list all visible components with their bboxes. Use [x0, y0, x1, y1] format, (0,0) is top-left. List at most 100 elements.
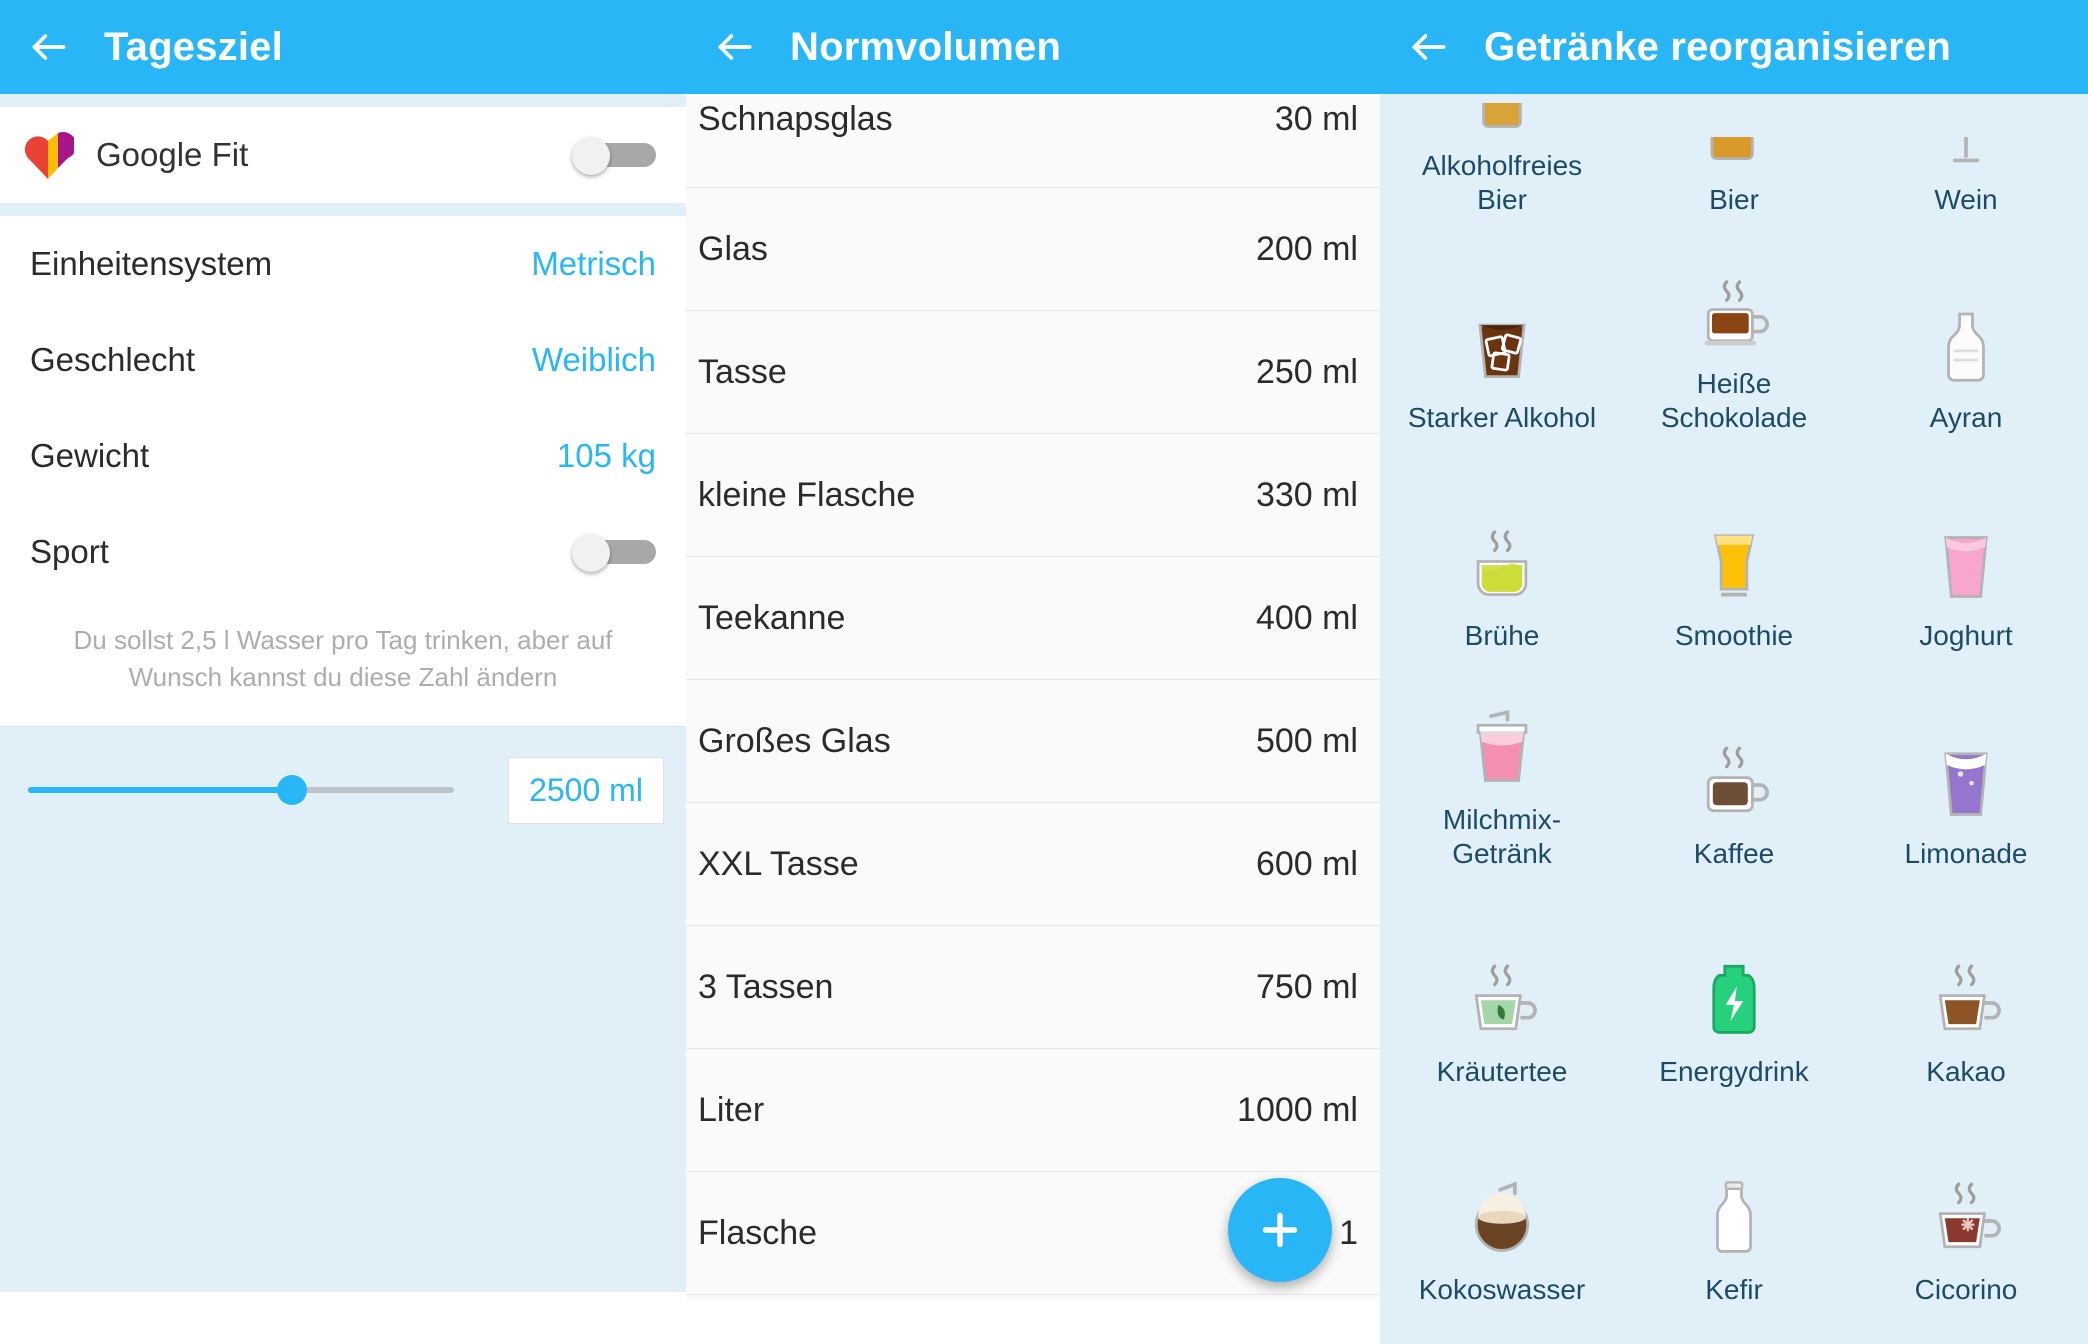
- drink-cell[interactable]: Milchmix-Getränk: [1386, 660, 1618, 878]
- drink-label: Starker Alkohol: [1407, 402, 1597, 434]
- drink-cell[interactable]: Smoothie: [1618, 442, 1850, 660]
- yogurt-glass-icon: [1907, 495, 2025, 613]
- drinks-grid-container: Alkoholfreies Bier Bier Wein Starker Alkoho…: [1380, 94, 2088, 1344]
- panel-reorganize-drinks: Getränke reorganisieren Alkoholfreies Bi…: [1380, 0, 2088, 1344]
- beer-mug-icon: [1675, 137, 1793, 177]
- google-fit-label: Google Fit: [96, 136, 249, 173]
- drink-label: Kaffee: [1693, 838, 1775, 870]
- drink-cell[interactable]: Kakao: [1850, 878, 2082, 1096]
- page-title: Normvolumen: [790, 24, 1062, 69]
- volume-row-value: 200 ml: [1255, 229, 1358, 268]
- drink-cell[interactable]: Cicorino: [1850, 1096, 2082, 1314]
- volume-row-name: Tasse: [698, 352, 787, 391]
- drink-cell[interactable]: Wein: [1850, 94, 2082, 224]
- drink-cell[interactable]: Kräutertee: [1386, 878, 1618, 1096]
- setting-row-weight[interactable]: Gewicht 105 kg: [0, 408, 686, 504]
- beer-glass-icon: [1443, 102, 1561, 143]
- drink-label: Heiße Schokolade: [1660, 367, 1808, 434]
- hot-chocolate-cup-icon: [1675, 243, 1793, 361]
- setting-label: Sport: [30, 533, 109, 570]
- drink-cell[interactable]: Kaffee: [1618, 660, 1850, 878]
- back-arrow-icon[interactable]: [696, 8, 774, 86]
- drink-label: Smoothie: [1674, 620, 1794, 652]
- volume-row[interactable]: Tasse 250 ml: [686, 311, 1380, 434]
- milk-bottle-icon: [1675, 1149, 1793, 1267]
- volume-row-name: 3 Tassen: [698, 967, 834, 1006]
- broth-bowl-icon: [1443, 495, 1561, 613]
- volume-row[interactable]: Teekanne 400 ml: [686, 557, 1380, 680]
- volume-row-name: Großes Glas: [698, 721, 891, 760]
- setting-value: Metrisch: [531, 245, 656, 282]
- drink-cell[interactable]: Bier: [1618, 94, 1850, 224]
- daily-goal-value-box[interactable]: 2500 ml: [508, 756, 664, 824]
- back-arrow-icon[interactable]: [10, 8, 88, 86]
- google-fit-row[interactable]: Google Fit: [0, 107, 686, 203]
- appbar-reorganize-drinks: Getränke reorganisieren: [1380, 0, 2088, 94]
- volume-row-value: 750 ml: [1255, 967, 1358, 1006]
- setting-row-sport[interactable]: Sport: [0, 504, 686, 600]
- volume-row[interactable]: Schnapsglas 30 ml: [686, 94, 1380, 188]
- volume-row-value: 400 ml: [1255, 598, 1358, 637]
- volume-row[interactable]: XXL Tasse 600 ml: [686, 803, 1380, 926]
- volume-row-name: XXL Tasse: [698, 844, 859, 883]
- drink-label: Bier: [1709, 184, 1759, 216]
- volume-row[interactable]: Glas 200 ml: [686, 188, 1380, 311]
- setting-row-unit-system[interactable]: Einheitensystem Metrisch: [0, 216, 686, 312]
- volume-row-name: Liter: [698, 1090, 765, 1129]
- page-title: Tagesziel: [104, 24, 283, 69]
- smoothie-glass-icon: [1675, 495, 1793, 613]
- drink-cell[interactable]: Joghurt: [1850, 442, 2082, 660]
- google-fit-toggle[interactable]: [572, 137, 656, 175]
- drink-cell[interactable]: Kokoswasser: [1386, 1096, 1618, 1314]
- drink-cell[interactable]: Ayran: [1850, 224, 2082, 442]
- drink-label: Wein: [1934, 184, 1998, 216]
- drink-cell[interactable]: Alkoholfreies Bier: [1386, 94, 1618, 224]
- volume-row-value: 330 ml: [1255, 475, 1358, 514]
- slider-fill: [28, 787, 293, 794]
- drink-label: Brühe: [1464, 620, 1540, 652]
- setting-row-gender[interactable]: Geschlecht Weiblich: [0, 312, 686, 408]
- setting-label: Geschlecht: [30, 341, 196, 378]
- drink-cell[interactable]: Limonade: [1850, 660, 2082, 878]
- volume-row[interactable]: Liter 1000 ml: [686, 1049, 1380, 1172]
- bottle-white-icon: [1907, 277, 2025, 395]
- volume-row-name: Schnapsglas: [698, 100, 893, 138]
- volume-row[interactable]: Großes Glas 500 ml: [686, 680, 1380, 803]
- drink-label: Cicorino: [1914, 1274, 2018, 1306]
- add-volume-fab[interactable]: [1228, 1178, 1332, 1282]
- volume-row-value: 30 ml: [1274, 100, 1358, 138]
- section-divider: [0, 203, 686, 216]
- cocoa-cup-icon: [1907, 931, 2025, 1049]
- daily-goal-slider[interactable]: [28, 771, 492, 809]
- section-divider: [0, 94, 686, 107]
- volume-row-name: Teekanne: [698, 598, 846, 637]
- volume-row[interactable]: kleine Flasche 330 ml: [686, 434, 1380, 557]
- drinks-grid: Alkoholfreies Bier Bier Wein Starker Alkoho…: [1386, 94, 2082, 1314]
- drink-cell[interactable]: Energydrink: [1618, 878, 1850, 1096]
- drink-label: Energydrink: [1659, 1056, 1809, 1088]
- panel-daily-goal: Tagesziel Google Fit Einheitensystem Met…: [0, 0, 686, 1344]
- setting-value: 105 kg: [556, 437, 656, 474]
- appbar-norm-volume: Normvolumen: [686, 0, 1380, 94]
- three-panel-screenshot: Tagesziel Google Fit Einheitensystem Met…: [0, 0, 2088, 1344]
- drink-label: Kräutertee: [1436, 1056, 1568, 1088]
- slider-thumb[interactable]: [277, 775, 308, 806]
- volume-row[interactable]: 3 Tassen 750 ml: [686, 926, 1380, 1049]
- sport-toggle[interactable]: [572, 534, 656, 572]
- plus-icon: [1262, 1212, 1298, 1248]
- drink-label: Ayran: [1929, 402, 2003, 434]
- energy-drink-icon: [1675, 931, 1793, 1049]
- coconut-water-icon: [1443, 1149, 1561, 1267]
- drink-cell[interactable]: Starker Alkohol: [1386, 224, 1618, 442]
- volume-row-value: 250 ml: [1255, 352, 1358, 391]
- drink-label: Limonade: [1904, 838, 2028, 870]
- drink-cell[interactable]: Brühe: [1386, 442, 1618, 660]
- back-arrow-icon[interactable]: [1390, 8, 1468, 86]
- drink-cell[interactable]: Kefir: [1618, 1096, 1850, 1314]
- drink-cell[interactable]: Heiße Schokolade: [1618, 224, 1850, 442]
- volume-row-name: Glas: [698, 229, 768, 268]
- whisky-glass-ice-icon: [1443, 277, 1561, 395]
- setting-value: Weiblich: [531, 341, 656, 378]
- wine-glass-icon: [1907, 137, 2025, 177]
- drink-label: Milchmix-Getränk: [1442, 803, 1562, 870]
